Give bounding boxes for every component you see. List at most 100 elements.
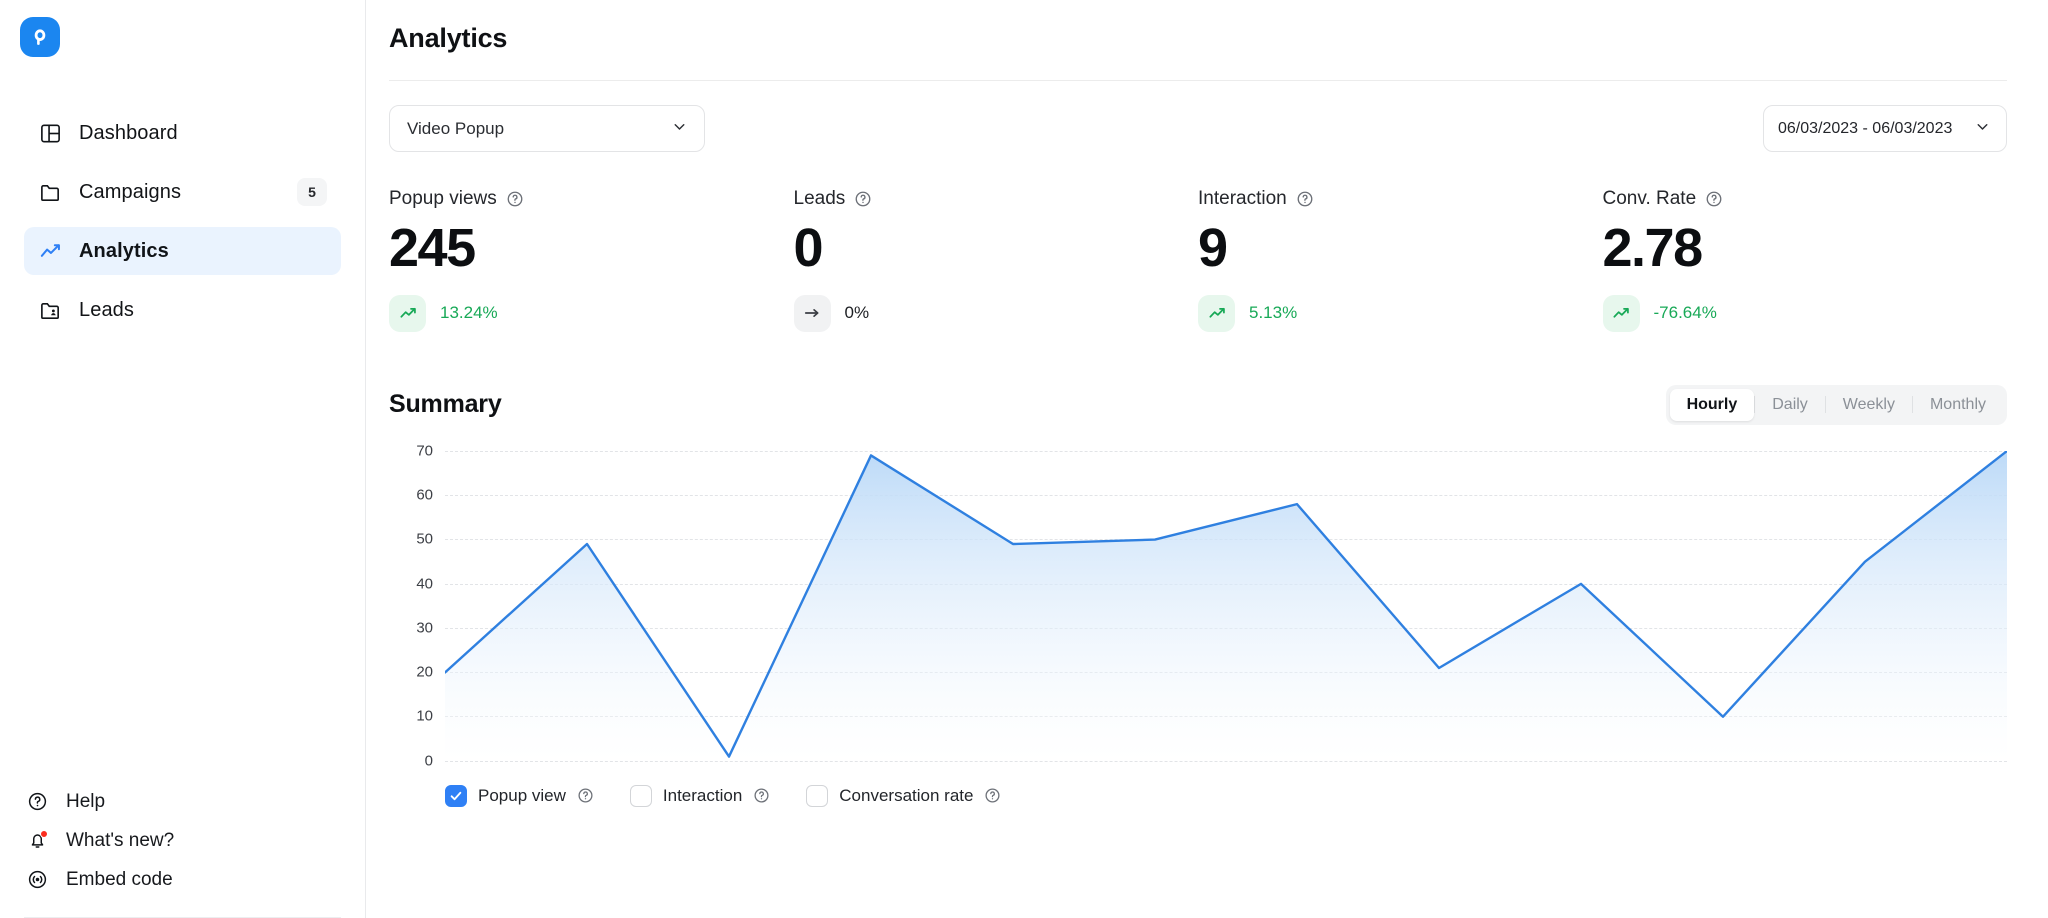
question-circle-icon[interactable] xyxy=(506,190,524,208)
y-axis-tick-label: 10 xyxy=(416,707,433,725)
popup-logo-icon[interactable] xyxy=(20,17,60,57)
kpi-header: Leads xyxy=(794,188,1199,210)
folder-user-icon xyxy=(38,298,62,322)
notification-dot xyxy=(40,829,48,838)
trend-flat-icon xyxy=(793,294,831,332)
kpi-delta-value: 13.24% xyxy=(440,303,498,323)
chart-legend: Popup view Interaction Conversation rate xyxy=(389,761,2007,807)
line-chart-icon xyxy=(38,239,62,263)
legend-interaction[interactable]: Interaction xyxy=(629,784,770,807)
trend-up-icon xyxy=(389,294,426,332)
kpi-delta: 5.13% xyxy=(1198,294,1603,332)
chart-y-axis: 0 10 20 30 40 50 60 70 xyxy=(389,442,433,769)
kpi-delta-value: -76.64% xyxy=(1653,303,1717,323)
summary-title: Summary xyxy=(389,390,502,419)
y-axis-tick-label: 40 xyxy=(416,575,433,593)
date-range-value: 06/03/2023 - 06/03/2023 xyxy=(1778,119,1953,137)
sidebar-item-help[interactable]: Help xyxy=(24,782,341,821)
checkbox-conversation-rate[interactable] xyxy=(806,784,829,807)
question-circle-icon[interactable] xyxy=(753,787,770,804)
bell-icon xyxy=(25,829,49,853)
page-title: Analytics xyxy=(389,23,508,53)
kpi-label: Conv. Rate xyxy=(1602,188,1697,209)
sidebar-item-label: Leads xyxy=(79,298,134,321)
y-axis-tick-label: 20 xyxy=(416,663,433,681)
kpi-delta-value: 5.13% xyxy=(1249,303,1298,323)
legend-label: Conversation rate xyxy=(839,785,974,805)
legend-label: Interaction xyxy=(662,785,743,805)
trend-up-icon xyxy=(1602,294,1640,332)
question-circle-icon xyxy=(25,790,49,814)
sidebar-item-label: Analytics xyxy=(79,239,169,262)
sidebar-bottom-section: Help What's new? Embed code xyxy=(0,782,365,918)
sidebar-item-label: Help xyxy=(66,790,106,812)
y-axis-tick-label: 50 xyxy=(416,530,433,548)
analytics-app: Dashboard Campaigns 5 Analytics Leads He… xyxy=(0,0,2048,918)
question-circle-icon[interactable] xyxy=(1296,190,1314,208)
kpi-header: Interaction xyxy=(1198,188,1603,210)
period-monthly[interactable]: Monthly xyxy=(1913,389,2003,421)
kpi-value: 9 xyxy=(1198,218,1228,278)
kpi-value: 0 xyxy=(793,218,824,278)
checkbox-interaction[interactable] xyxy=(629,784,652,807)
chart-area-fill xyxy=(445,450,2007,761)
date-range-picker[interactable]: 06/03/2023 - 06/03/2023 xyxy=(1763,105,2007,152)
legend-popup-view[interactable]: Popup view xyxy=(445,784,594,807)
period-weekly[interactable]: Weekly xyxy=(1826,389,1912,421)
chevron-down-icon xyxy=(1974,118,1991,140)
campaign-select[interactable]: Video Popup xyxy=(389,105,705,152)
sidebar-item-campaigns[interactable]: Campaigns 5 xyxy=(24,168,341,216)
kpi-card-popup-views: Popup views 245 13.24% xyxy=(389,188,794,332)
sidebar-item-label: Dashboard xyxy=(79,121,178,144)
chart-svg xyxy=(445,450,2007,761)
question-circle-icon[interactable] xyxy=(984,787,1001,804)
kpi-label: Interaction xyxy=(1198,188,1287,209)
main-content: Analytics Video Popup 06/03/2023 - 06/03… xyxy=(366,0,2048,918)
period-hourly[interactable]: Hourly xyxy=(1669,388,1755,421)
folder-icon xyxy=(38,180,62,204)
legend-conversation-rate[interactable]: Conversation rate xyxy=(806,784,1001,807)
legend-label: Popup view xyxy=(478,785,566,805)
kpi-row: Popup views 245 13.24% Leads 0 0% Intera… xyxy=(366,152,2048,332)
sidebar-item-embed-code[interactable]: Embed code xyxy=(24,860,341,899)
logo-container xyxy=(0,0,365,57)
sidebar: Dashboard Campaigns 5 Analytics Leads He… xyxy=(0,0,366,918)
kpi-card-leads: Leads 0 0% xyxy=(793,188,1199,332)
kpi-label: Leads xyxy=(793,188,846,209)
y-axis-tick-label: 30 xyxy=(416,619,433,637)
period-toggle-group: Hourly Daily Weekly Monthly xyxy=(1665,384,2007,425)
sidebar-item-label: What's new? xyxy=(66,829,175,851)
campaigns-count-badge: 5 xyxy=(297,178,327,206)
sidebar-item-leads[interactable]: Leads xyxy=(24,286,341,334)
y-axis-tick-label: 60 xyxy=(416,486,433,504)
summary-chart: 0 10 20 30 40 50 60 70 xyxy=(389,442,2007,769)
chart-plot-area[interactable] xyxy=(445,450,2007,762)
question-circle-icon[interactable] xyxy=(1705,190,1723,208)
kpi-header: Conv. Rate xyxy=(1603,188,2008,210)
kpi-value: 245 xyxy=(389,218,476,278)
summary-header-row: Summary Hourly Daily Weekly Monthly xyxy=(366,332,2048,425)
sidebar-item-dashboard[interactable]: Dashboard xyxy=(24,109,341,157)
chart-gridline xyxy=(445,760,2007,762)
sidebar-item-label: Campaigns xyxy=(79,180,182,203)
broadcast-icon xyxy=(25,868,49,892)
sidebar-item-analytics[interactable]: Analytics xyxy=(24,227,341,275)
kpi-delta: 0% xyxy=(793,294,1199,332)
filters-row: Video Popup 06/03/2023 - 06/03/2023 xyxy=(366,81,2048,152)
kpi-value: 2.78 xyxy=(1602,218,1704,278)
dashboard-icon xyxy=(38,121,62,145)
kpi-header: Popup views xyxy=(389,188,794,210)
kpi-delta-value: 0% xyxy=(844,303,870,323)
kpi-delta: 13.24% xyxy=(389,294,794,332)
question-circle-icon[interactable] xyxy=(854,190,872,208)
period-daily[interactable]: Daily xyxy=(1755,389,1825,421)
question-circle-icon[interactable] xyxy=(577,787,594,804)
y-axis-tick-label: 0 xyxy=(424,752,433,770)
kpi-delta: -76.64% xyxy=(1602,294,2008,332)
chevron-down-icon xyxy=(671,118,688,140)
checkbox-popup-view[interactable] xyxy=(445,784,467,807)
trend-up-icon xyxy=(1198,294,1235,332)
y-axis-tick-label: 70 xyxy=(416,442,433,460)
sidebar-item-whats-new[interactable]: What's new? xyxy=(24,821,341,860)
kpi-card-interaction: Interaction 9 5.13% xyxy=(1198,188,1603,332)
